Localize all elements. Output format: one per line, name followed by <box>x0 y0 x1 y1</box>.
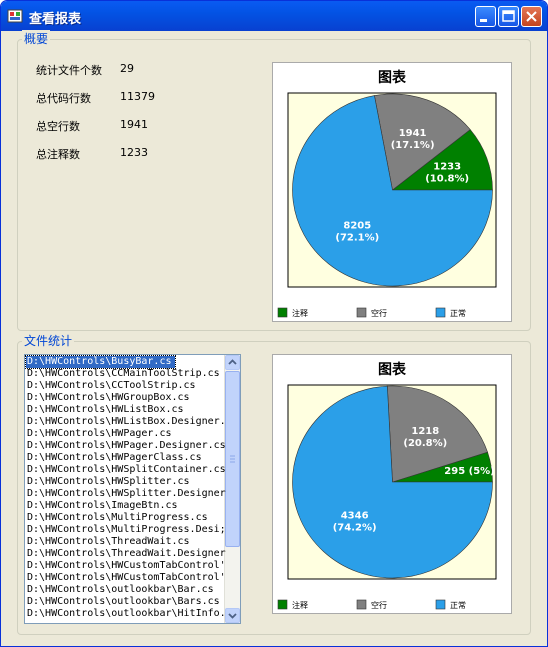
close-button[interactable] <box>521 6 542 27</box>
close-icon <box>526 11 537 22</box>
chart-title: 图表 <box>378 69 407 86</box>
minimize-icon <box>480 19 487 22</box>
file-list-item[interactable]: D:\HWControls\HWListBox.Designer. <box>26 416 226 428</box>
file-list-item[interactable]: D:\HWControls\HWSplitter.cs <box>26 476 223 488</box>
file-list-item[interactable]: D:\HWControls\CCMainToolStrip.cs <box>26 368 223 380</box>
summary-group-title: 概要 <box>22 30 51 47</box>
file-list-item[interactable]: D:\HWControls\HWSplitContainer.cs <box>26 464 226 476</box>
summary-chart: 图表 1233 (10.8%) 1941 (17.1%) 8205 (72.1%) 注释 空行正… <box>272 62 512 322</box>
file-list-item[interactable]: D:\HWControls\HWPager.cs <box>26 428 223 440</box>
maximize-button[interactable] <box>498 6 519 27</box>
legend-swatch <box>277 599 288 610</box>
file-list-item[interactable]: D:\HWControls\HWPagerClass.cs <box>26 452 223 464</box>
grip-icon <box>230 455 235 463</box>
legend-label: 正常 <box>450 309 466 318</box>
report-window: 查看报表 概要 统计文件个数 29 总代码行数 11379 总空行数 1941 … <box>0 0 548 647</box>
file-list-item[interactable]: D:\HWControls\outlookbar\Bar.cs <box>26 584 223 596</box>
file-list-item[interactable]: D:\HWControls\HWCustomTabControl' <box>26 572 226 584</box>
stat-value-files: 29 <box>120 62 134 75</box>
window-title: 查看报表 <box>29 12 82 27</box>
legend-label: 正常 <box>450 601 466 610</box>
scroll-up-button[interactable] <box>225 355 240 370</box>
file-listbox[interactable]: D:\HWControls\BusyBar.cs D:\HWControls\CC… <box>24 354 241 624</box>
stat-value-comments: 1233 <box>120 146 148 159</box>
stat-label-comments: 总注释数 <box>36 148 80 161</box>
legend-swatch <box>277 307 288 318</box>
stat-value-code-lines: 11379 <box>120 90 155 103</box>
file-list-item[interactable]: D:\HWControls\ThreadWait.cs <box>26 536 223 548</box>
pie-chart-svg: 图表1233 (10.8%)1941 (17.1%)8205 (72.1%)注释 空行正… <box>277 69 497 318</box>
file-list-item[interactable]: D:\HWControls\outlookbar\Bars.cs <box>26 596 223 608</box>
chart-title: 图表 <box>378 361 407 378</box>
app-icon <box>7 9 23 23</box>
file-list-item[interactable]: D:\HWControls\outlookbar\HitInfo. <box>26 608 226 620</box>
legend-label: 空行 <box>371 308 387 318</box>
maximize-icon <box>502 10 515 22</box>
file-chart: 图表 295 (5%) 1218 (20.8%) 4346 (74.2%) 注释 空行 正常 <box>272 354 512 614</box>
legend-swatch <box>435 307 446 318</box>
file-list-item[interactable]: D:\HWControls\HWListBox.cs <box>26 404 223 416</box>
stat-label-files: 统计文件个数 <box>36 64 102 77</box>
file-list-item[interactable]: D:\HWControls\HWSplitter.Designer <box>26 488 226 500</box>
pie-chart-svg: 图表295 (5%)1218 (20.8%)4346 (74.2%)注释 空行 正常 <box>277 361 497 610</box>
file-list-item[interactable]: D:\HWControls\ThreadWait.Designer <box>26 548 226 560</box>
scroll-thumb[interactable] <box>225 371 240 547</box>
title-bar[interactable]: 查看报表 <box>1 1 547 31</box>
file-list-item[interactable]: D:\HWControls\MultiProgress.Desi; <box>26 524 226 536</box>
file-stats-group-title: 文件统计 <box>22 332 75 349</box>
file-list-item[interactable]: D:\HWControls\HWCustomTabControl' <box>26 560 226 572</box>
minimize-button[interactable] <box>475 6 496 27</box>
legend-label: 注释 <box>292 308 308 318</box>
stat-label-blank-lines: 总空行数 <box>36 120 80 133</box>
legend-swatch <box>435 599 446 610</box>
legend-swatch <box>356 599 367 610</box>
file-list-item[interactable]: D:\HWControls\CCToolStrip.cs <box>26 380 223 392</box>
chevron-up-icon <box>228 359 237 365</box>
listbox-scrollbar[interactable] <box>224 355 240 623</box>
chevron-down-icon <box>228 613 237 619</box>
scroll-down-button[interactable] <box>225 608 240 623</box>
file-list-item[interactable]: D:\HWControls\HWGroupBox.cs <box>26 392 223 404</box>
stat-value-blank-lines: 1941 <box>120 118 148 131</box>
file-list-item[interactable]: D:\HWControls\HWPager.Designer.cs <box>26 440 226 452</box>
stat-label-code-lines: 总代码行数 <box>36 92 91 105</box>
file-list-item[interactable]: D:\HWControls\BusyBar.cs <box>25 355 176 369</box>
slice-value-label: 295 (5%) <box>444 466 494 477</box>
legend-label: 注释 <box>292 600 308 610</box>
legend-swatch <box>356 307 367 318</box>
legend-label: 空行 <box>371 600 387 610</box>
file-list-item[interactable]: D:\HWControls\MultiProgress.cs <box>26 512 223 524</box>
file-list-item[interactable]: D:\HWControls\ImageBtn.cs <box>26 500 223 512</box>
